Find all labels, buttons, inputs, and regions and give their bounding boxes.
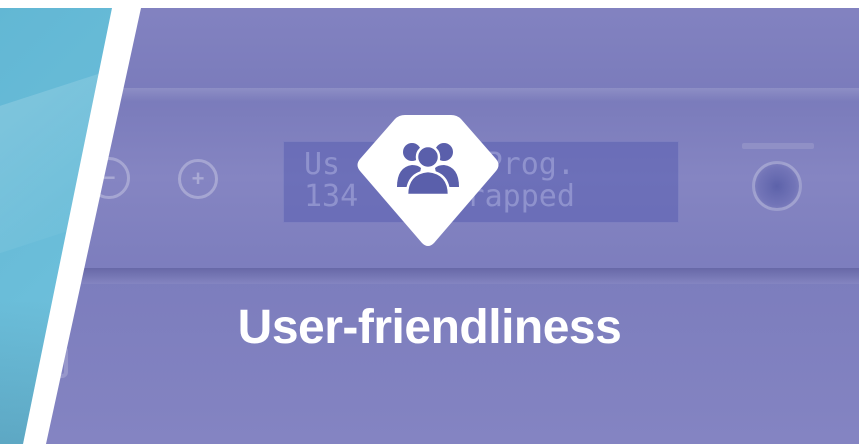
minus-icon: −: [102, 165, 116, 190]
diamond-badge: [355, 115, 501, 249]
diamond-shape: [357, 115, 499, 246]
device-rail-bottom: [46, 268, 859, 284]
plus-icon: +: [191, 166, 205, 191]
device-plus-button: +: [178, 159, 218, 199]
banner-title: User-friendliness: [237, 301, 622, 354]
device-knob: [752, 161, 802, 211]
device-minus-button: −: [88, 157, 130, 199]
device-rail-top: [46, 88, 859, 102]
knob-label: [742, 143, 814, 149]
banner: − + Us Prog. 134 Wrapped User-friendline…: [0, 0, 859, 444]
